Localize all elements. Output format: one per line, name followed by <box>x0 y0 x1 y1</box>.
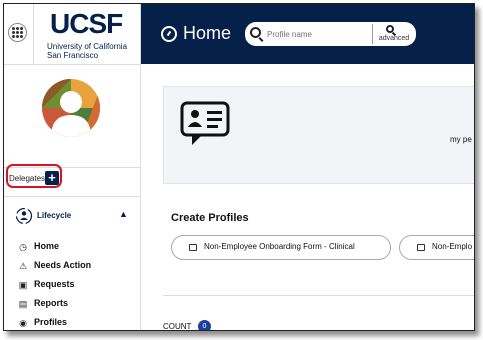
id-card-icon <box>417 244 425 251</box>
app-launcher-icon[interactable] <box>8 23 27 42</box>
form-button-non-employee-clinical[interactable]: Non-Employee Onboarding Form - Clinical <box>171 235 391 260</box>
sidebar-item-home[interactable]: ◷ Home <box>18 241 138 255</box>
profile-search: advanced <box>245 22 416 46</box>
create-profiles-title: Create Profiles <box>171 212 249 224</box>
sidebar-item-profiles[interactable]: ◉ Profiles <box>18 317 138 330</box>
add-delegate-button[interactable]: + <box>45 171 59 185</box>
logo-subtitle-line1: University of California <box>47 42 128 51</box>
form-button-label: Non-Employee Onboarding Form - Clinical <box>204 242 355 251</box>
logo-wordmark: UCSF <box>50 8 123 39</box>
document-icon: ▤ <box>18 299 28 309</box>
search-icon <box>386 25 394 33</box>
advanced-search-label: advanced <box>378 35 410 42</box>
search-divider <box>372 24 373 44</box>
app-launcher-cell <box>4 4 34 64</box>
warning-icon: ⚠ <box>18 261 28 271</box>
form-button-label: Non-Emplo <box>432 242 473 251</box>
sidebar-item-label: Reports <box>34 298 69 308</box>
main-content: my pe Create Profiles Non-Employee Onboa… <box>141 64 474 331</box>
sidebar-item-label: Needs Action <box>34 260 92 270</box>
lifecycle-label: Lifecycle <box>37 211 72 220</box>
count-badge: 0 <box>198 320 211 330</box>
count-label: COUNT <box>163 322 192 331</box>
logo-subtitle: University of California San Francisco <box>47 42 127 60</box>
dashboard-icon: ◷ <box>19 242 27 252</box>
app-window: UCSF University of California San Franci… <box>3 3 475 331</box>
sidebar-item-label: Requests <box>34 279 75 289</box>
id-card-icon: ▣ <box>18 280 28 290</box>
sidebar-item-label: Home <box>34 241 60 251</box>
form-button-non-employee[interactable]: Non-Emplo <box>399 235 474 260</box>
dashboard-icon <box>161 26 177 42</box>
lifecycle-icon <box>15 207 33 225</box>
search-icon[interactable] <box>250 27 261 38</box>
banner-text: my pe <box>450 135 472 144</box>
profile-card-icon <box>180 101 230 145</box>
sidebar-item-label: Profiles <box>34 317 68 327</box>
ucsf-logo[interactable]: UCSF University of California San Franci… <box>34 4 141 64</box>
sidebar: UCSF University of California San Franci… <box>4 4 141 330</box>
sidebar-item-reports[interactable]: ▤ Reports <box>18 298 138 312</box>
page-title: Home <box>183 23 232 43</box>
delegates-row: Delegates + <box>4 164 141 197</box>
divider <box>163 295 474 296</box>
profile-search-input[interactable] <box>267 27 367 41</box>
profiles-icon: ◉ <box>19 318 27 328</box>
profile-block <box>4 64 141 167</box>
delegates-label: Delegates <box>9 174 46 183</box>
avatar[interactable] <box>42 79 100 137</box>
sidebar-item-requests[interactable]: ▣ Requests <box>18 279 138 293</box>
id-card-icon <box>189 244 197 251</box>
logo-subtitle-line2: San Francisco <box>47 51 99 60</box>
chevron-up-icon[interactable]: ▲ <box>119 209 128 219</box>
lifecycle-section-toggle[interactable]: Lifecycle ▲ <box>4 198 141 233</box>
welcome-banner: my pe <box>163 86 474 184</box>
header-bar: Home advanced <box>141 4 474 64</box>
sidebar-item-needs-action[interactable]: ⚠ Needs Action <box>18 260 138 274</box>
